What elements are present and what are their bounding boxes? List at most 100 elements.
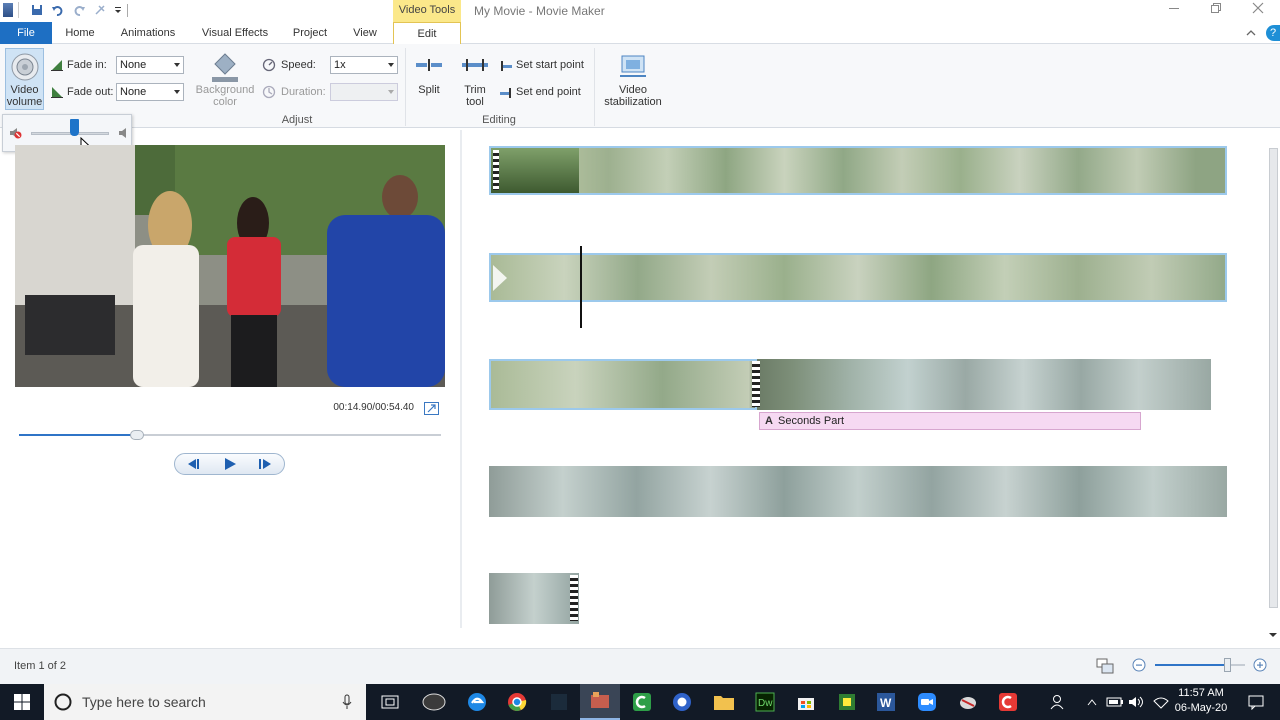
video-stabilization-label: Video stabilization — [604, 84, 662, 108]
duration-icon — [262, 85, 276, 99]
clip-strip-2[interactable] — [489, 253, 1227, 302]
zoom-in-icon[interactable] — [1253, 658, 1267, 672]
zoom-app-icon[interactable] — [907, 684, 947, 720]
camtasia-icon[interactable] — [622, 684, 662, 720]
clip-1-start-frame — [491, 148, 579, 193]
task-view-icon[interactable] — [370, 684, 410, 720]
people-icon[interactable] — [1040, 684, 1074, 720]
edge-icon[interactable] — [457, 684, 497, 720]
play-button[interactable] — [219, 457, 241, 471]
svg-text:W: W — [880, 696, 892, 710]
taskbar-app-menu-icon[interactable] — [414, 684, 454, 720]
restore-button[interactable] — [1194, 0, 1238, 22]
trim-tool-button[interactable]: Trim tool — [458, 52, 492, 110]
playback-time: 00:14.90/00:54.40 — [333, 402, 414, 413]
microphone-icon[interactable] — [342, 694, 352, 710]
set-end-point-button[interactable]: Set end point — [499, 85, 589, 101]
taskbar-app-red-icon[interactable] — [988, 684, 1028, 720]
show-hidden-icons[interactable] — [1082, 684, 1102, 720]
minimize-button[interactable] — [1152, 0, 1196, 22]
dreamweaver-icon[interactable]: Dw — [745, 684, 785, 720]
video-volume-button[interactable]: Video volume — [5, 48, 44, 110]
previous-frame-button[interactable] — [183, 457, 207, 471]
zoom-thumb[interactable] — [1224, 658, 1231, 672]
battery-icon[interactable] — [1104, 684, 1126, 720]
customize-qat-icon[interactable] — [111, 3, 125, 17]
clip-3-selected-segment[interactable] — [489, 359, 757, 410]
tab-visual-effects[interactable]: Visual Effects — [196, 22, 274, 44]
tab-animations[interactable]: Animations — [113, 22, 183, 44]
split-button[interactable]: Split — [412, 52, 446, 102]
movie-maker-window: Video Tools My Movie - Movie Maker File … — [0, 0, 1280, 720]
fade-out-icon — [50, 85, 64, 99]
volume-slider-thumb[interactable] — [69, 119, 79, 136]
thumbnail-size-icon[interactable] — [1096, 658, 1114, 674]
taskbar-app-bird-icon[interactable] — [948, 684, 988, 720]
fade-in-label: Fade in: — [67, 59, 107, 71]
video-preview[interactable] — [15, 145, 445, 387]
background-color-button[interactable]: Background color — [194, 48, 256, 110]
tab-home[interactable]: Home — [58, 22, 102, 44]
set-start-point-button[interactable]: Set start point — [499, 58, 589, 74]
word-icon[interactable]: W — [866, 684, 906, 720]
clip-boundary-marker — [752, 361, 760, 407]
clock-date: 06-May-20 — [1174, 702, 1228, 714]
movie-maker-taskbar-icon[interactable] — [580, 684, 620, 720]
mute-icon[interactable] — [9, 126, 23, 140]
pin-icon[interactable] — [93, 3, 107, 17]
clip-strip-3[interactable] — [489, 359, 1211, 410]
fade-in-icon — [50, 58, 64, 72]
caption-bar[interactable]: A Seconds Part — [759, 412, 1141, 430]
collapse-ribbon-icon[interactable] — [1245, 27, 1257, 39]
redo-icon[interactable] — [72, 3, 86, 17]
save-icon[interactable] — [30, 3, 44, 17]
item-count: Item 1 of 2 — [14, 660, 66, 672]
fade-out-dropdown[interactable]: None — [116, 83, 184, 101]
stabilization-icon — [618, 52, 648, 80]
zoom-out-icon[interactable] — [1132, 658, 1146, 672]
speed-icon — [262, 58, 276, 72]
speaker-icon — [10, 52, 40, 82]
clip-strip-1[interactable] — [489, 146, 1227, 195]
taskbar-search-box[interactable]: Type here to search — [44, 684, 366, 720]
duration-dropdown[interactable] — [330, 83, 398, 101]
notifications-icon[interactable] — [1236, 684, 1276, 720]
tab-view[interactable]: View — [345, 22, 385, 44]
chrome-icon[interactable] — [497, 684, 537, 720]
tab-project[interactable]: Project — [285, 22, 335, 44]
chrome-profile-icon[interactable] — [662, 684, 702, 720]
taskbar-app-green-icon[interactable] — [827, 684, 867, 720]
background-color-label: Background color — [195, 84, 255, 108]
wifi-icon[interactable] — [1150, 684, 1172, 720]
volume-tray-icon[interactable] — [1126, 684, 1148, 720]
start-button[interactable] — [2, 684, 42, 720]
file-explorer-icon[interactable] — [704, 684, 744, 720]
preview-frame-image — [15, 145, 445, 387]
scroll-down-icon[interactable] — [1268, 630, 1278, 638]
fullscreen-icon[interactable] — [424, 402, 439, 415]
undo-icon[interactable] — [51, 3, 65, 17]
tab-file[interactable]: File — [0, 22, 52, 44]
clip-start-arrow-icon — [493, 265, 507, 294]
close-button[interactable] — [1236, 0, 1280, 22]
paint-bucket-icon — [210, 51, 240, 83]
storyboard-scrollbar[interactable] — [1267, 130, 1280, 640]
video-stabilization-button[interactable]: Video stabilization — [598, 48, 668, 110]
clock[interactable]: 11:57 AM 06-May-20 — [1172, 686, 1230, 716]
window-title: My Movie - Movie Maker — [474, 4, 605, 18]
tab-edit[interactable]: Edit — [393, 22, 461, 45]
taskbar-app-dark-icon[interactable] — [539, 684, 579, 720]
volume-max-icon[interactable] — [117, 126, 131, 140]
title-bar: Video Tools My Movie - Movie Maker — [0, 0, 1280, 22]
next-frame-button[interactable] — [253, 457, 277, 471]
fade-in-dropdown[interactable]: None — [116, 56, 184, 74]
playhead-indicator[interactable] — [580, 246, 582, 328]
scrollbar-thumb[interactable] — [1269, 148, 1278, 608]
clock-time: 11:57 AM — [1178, 687, 1224, 699]
clip-strip-5[interactable] — [489, 573, 579, 624]
speed-dropdown[interactable]: 1x — [330, 56, 398, 74]
seek-thumb[interactable] — [130, 430, 145, 440]
help-icon[interactable]: ? — [1266, 25, 1280, 41]
clip-strip-4[interactable] — [489, 466, 1227, 517]
store-icon[interactable] — [786, 684, 826, 720]
